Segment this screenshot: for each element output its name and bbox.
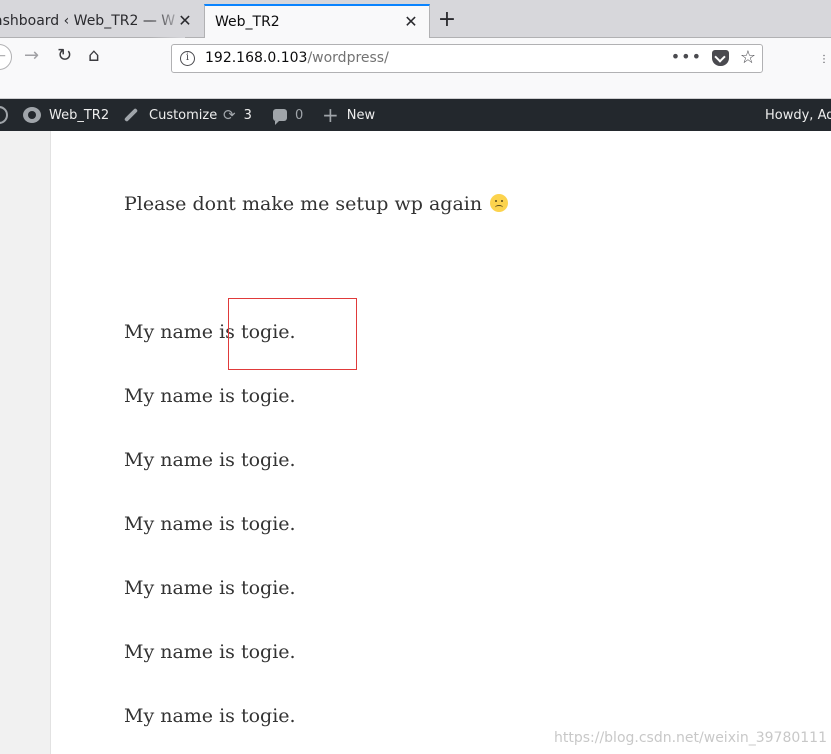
comments-count: 0 — [295, 107, 304, 123]
paintbrush-icon — [123, 107, 139, 123]
home-icon[interactable]: ⌂ — [88, 46, 99, 66]
customize-menu[interactable]: Customize — [123, 99, 217, 131]
back-button[interactable]: ← — [0, 44, 12, 70]
more-actions-icon[interactable]: ••• — [671, 47, 702, 66]
reload-icon[interactable]: ↻ — [57, 46, 72, 66]
watermark: https://blog.csdn.net/weixin_39780111 — [553, 730, 827, 746]
wp-admin-bar: Web_TR2 Customize ⟳ 3 0 + New Howdy, Adr — [0, 99, 831, 131]
new-content-menu[interactable]: + New — [322, 99, 375, 131]
comments-menu[interactable]: 0 — [273, 99, 303, 131]
star-icon[interactable]: ☆ — [740, 47, 756, 68]
page-gutter — [0, 131, 51, 754]
arrow-left-icon: ← — [0, 48, 6, 64]
url-path: /wordpress/ — [307, 50, 389, 66]
highlight-box — [228, 298, 357, 370]
wp-logo-menu[interactable] — [0, 99, 8, 131]
post-content: Please dont make me setup wp again My na… — [51, 131, 831, 754]
account-menu[interactable]: Howdy, Adr — [765, 99, 831, 131]
url-text[interactable]: 192.168.0.103/wordpress/ — [205, 50, 389, 66]
tab-title: Web_TR2 — [215, 14, 280, 30]
updates-count: 3 — [243, 107, 252, 123]
post-line: My name is togie. — [124, 577, 296, 599]
intro-text: Please dont make me setup wp again — [124, 193, 483, 215]
url-host: 192.168.0.103 — [205, 50, 308, 66]
plus-icon: + — [322, 103, 339, 127]
intro-paragraph: Please dont make me setup wp again — [124, 193, 509, 215]
new-tab-button[interactable]: + — [436, 9, 458, 32]
updates-icon: ⟳ — [223, 106, 236, 124]
dashboard-gauge-icon — [23, 107, 41, 123]
site-name-label: Web_TR2 — [49, 107, 110, 123]
tab-dashboard[interactable]: ashboard ‹ Web_TR2 — W ✕ — [0, 5, 203, 38]
site-name-menu[interactable]: Web_TR2 — [23, 99, 109, 131]
post-line: My name is togie. — [124, 513, 296, 535]
tab-web-tr2[interactable]: Web_TR2 ✕ — [204, 4, 430, 38]
tab-strip: ashboard ‹ Web_TR2 — W ✕ Web_TR2 ✕ + — [0, 0, 831, 38]
info-icon[interactable]: i — [180, 51, 195, 66]
new-label: New — [346, 107, 376, 123]
howdy-label: Howdy, Adr — [765, 107, 831, 123]
wordpress-logo-icon — [0, 106, 8, 124]
comment-bubble-icon — [273, 109, 287, 125]
post-line: My name is togie. — [124, 705, 296, 727]
close-icon[interactable]: ✕ — [403, 14, 419, 30]
arrow-right-icon[interactable]: → — [24, 46, 39, 66]
nav-bar: ← → ↻ ⌂ i 192.168.0.103/wordpress/ ••• ☆… — [0, 38, 831, 99]
tab-title: ashboard ‹ Web_TR2 — W — [0, 13, 176, 29]
post-line: My name is togie. — [124, 449, 296, 471]
frowning-face-icon — [490, 194, 509, 212]
close-icon[interactable]: ✕ — [177, 13, 193, 29]
post-line: My name is togie. — [124, 385, 296, 407]
customize-label: Customize — [149, 107, 218, 123]
updates-menu[interactable]: ⟳ 3 — [223, 99, 252, 131]
pocket-icon[interactable] — [712, 50, 729, 66]
post-line: My name is togie. — [124, 641, 296, 663]
url-bar[interactable]: i 192.168.0.103/wordpress/ ••• ☆ — [171, 44, 763, 73]
overflow-menu-icon[interactable]: ⋮ — [819, 54, 829, 65]
